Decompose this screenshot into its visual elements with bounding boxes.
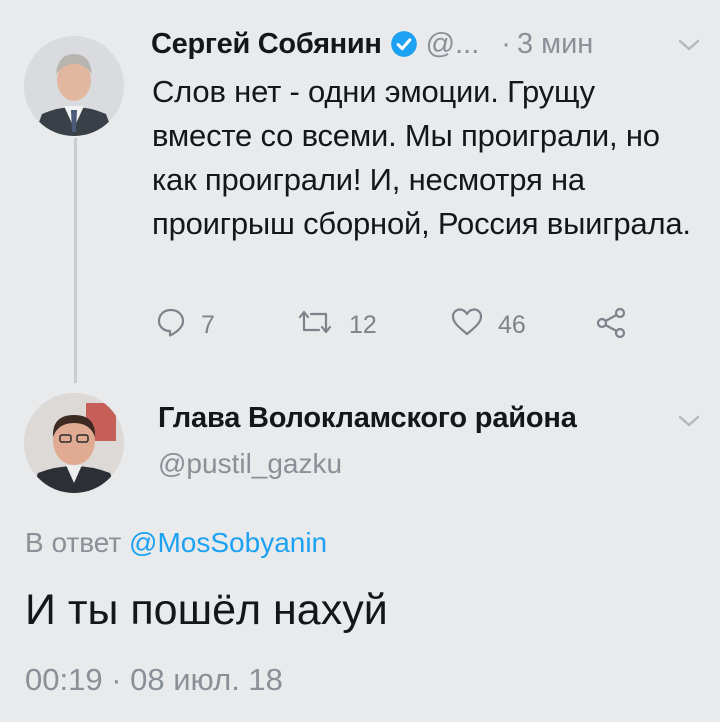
author-name[interactable]: Сергей Собянин: [151, 28, 382, 61]
like-button[interactable]: 46: [450, 306, 526, 345]
separator: ·: [501, 27, 511, 60]
tweet-header: Сергей Собянин @... · 3 мин: [151, 22, 593, 66]
retweet-count: 12: [349, 311, 377, 339]
author-name[interactable]: Глава Волокламского района: [158, 402, 577, 435]
reply-prefix: В ответ: [25, 527, 122, 558]
tweet-timestamp: 00:19 · 08 июл. 18: [25, 662, 283, 697]
retweet-button[interactable]: 12: [295, 306, 377, 345]
author-handle[interactable]: @...: [426, 28, 480, 61]
tweet-text: И ты пошёл нахуй: [25, 586, 388, 634]
reply-icon: [155, 306, 187, 345]
chevron-down-icon[interactable]: [676, 412, 702, 435]
avatar[interactable]: [24, 36, 124, 136]
avatar[interactable]: [24, 393, 124, 493]
reply-context: В ответ @MosSobyanin: [25, 527, 327, 559]
author-handle[interactable]: @pustil_gazku: [158, 448, 342, 480]
reply-mention-link[interactable]: @MosSobyanin: [129, 527, 327, 558]
share-icon: [595, 306, 629, 347]
tweet-time: 3 мин: [516, 27, 594, 60]
tweet-text: Слов нет - одни эмоции. Грущу вместе со …: [152, 74, 691, 241]
chevron-down-icon[interactable]: [676, 36, 702, 59]
like-icon: [450, 306, 484, 345]
like-count: 46: [498, 311, 526, 339]
reply-button[interactable]: 7: [155, 306, 215, 345]
reply-count: 7: [201, 311, 215, 339]
retweet-icon: [295, 306, 335, 345]
share-button[interactable]: [595, 306, 629, 347]
thread-line: [74, 138, 77, 383]
verified-badge-icon: [390, 30, 418, 58]
